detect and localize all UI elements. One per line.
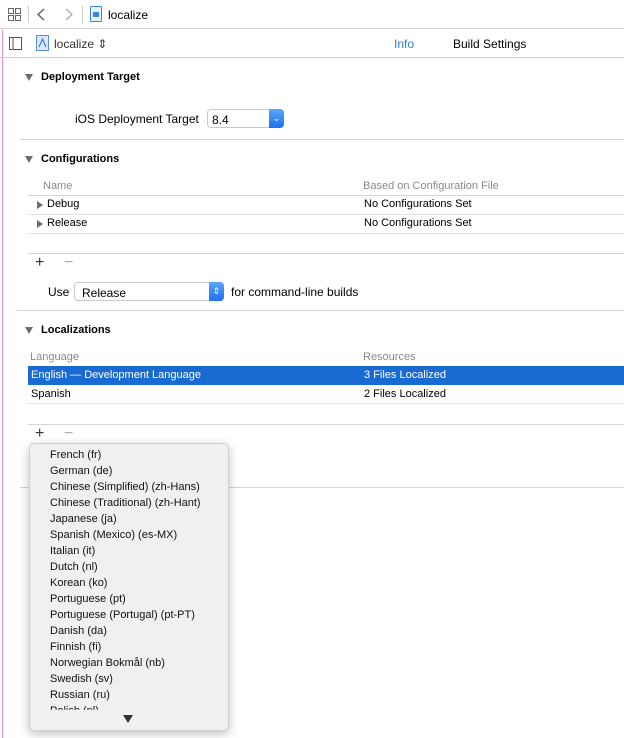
menu-item[interactable]: Finnish (fi)	[50, 641, 101, 653]
menu-item[interactable]: French (fr)	[50, 449, 101, 461]
menu-item[interactable]: Chinese (Traditional) (zh-Hant)	[50, 497, 201, 509]
add-configuration-button[interactable]: +	[35, 254, 44, 272]
config-name: Debug	[47, 198, 80, 210]
menu-item[interactable]: Chinese (Simplified) (zh-Hans)	[50, 481, 200, 493]
target-name: localize	[54, 37, 95, 51]
forward-chevron-icon[interactable]	[65, 8, 73, 21]
menu-item[interactable]: Swedish (sv)	[50, 673, 113, 685]
up-down-chevron-icon: ⇕	[209, 282, 224, 301]
chevron-down-icon: ⌄	[269, 109, 284, 128]
divider	[17, 310, 624, 311]
grid-icon[interactable]	[8, 8, 21, 21]
target-selector[interactable]: localize ⇕	[54, 37, 107, 51]
language-name: English — Development Language	[31, 369, 202, 381]
menu-item[interactable]: German (de)	[50, 465, 112, 477]
menu-item[interactable]: Dutch (nl)	[50, 561, 98, 573]
menu-item[interactable]: Norwegian Bokmål (nb)	[50, 657, 165, 669]
column-header-resources[interactable]: Resources	[363, 351, 416, 363]
up-down-chevron-icon: ⇕	[97, 37, 108, 51]
disclosure-triangle-icon[interactable]	[37, 201, 43, 209]
config-name: Release	[47, 217, 88, 229]
menu-item[interactable]: Spanish (Mexico) (es-MX)	[50, 529, 177, 541]
file-icon	[90, 6, 102, 22]
project-icon	[36, 35, 49, 51]
back-chevron-icon[interactable]	[37, 8, 45, 21]
breadcrumb-item[interactable]: localize	[108, 8, 148, 22]
sidebar-toggle-icon[interactable]	[9, 37, 22, 50]
popup-value: 8.4	[212, 113, 229, 127]
popup-value: Release	[82, 286, 127, 300]
remove-configuration-button[interactable]: −	[64, 254, 73, 272]
column-header-language[interactable]: Language	[30, 351, 79, 363]
tab-info[interactable]: Info	[394, 37, 414, 51]
menu-item[interactable]: Polish (pl)	[50, 705, 99, 710]
config-file: No Configurations Set	[364, 198, 472, 210]
table-row[interactable]: Spanish 2 Files Localized	[28, 385, 624, 404]
table-row[interactable]: Debug No Configurations Set	[28, 196, 624, 215]
scroll-down-arrow-icon[interactable]	[123, 715, 133, 723]
section-title-localizations: Localizations	[41, 324, 111, 336]
menu-item[interactable]: Portuguese (pt)	[50, 593, 126, 605]
language-name: Spanish	[31, 388, 71, 400]
table-row[interactable]: Release No Configurations Set	[28, 215, 624, 234]
table-row-selected[interactable]: English — Development Language 3 Files L…	[28, 366, 624, 385]
menu-item[interactable]: Japanese (ja)	[50, 513, 117, 525]
divider	[20, 139, 624, 140]
disclosure-triangle-icon[interactable]	[37, 220, 43, 228]
use-suffix-label: for command-line builds	[231, 285, 359, 299]
use-label: Use	[48, 285, 70, 299]
remove-localization-button[interactable]: −	[64, 425, 73, 443]
editor-tab-bar: localize ⇕ Info Build Settings	[0, 29, 624, 58]
disclosure-triangle-icon[interactable]	[25, 327, 33, 334]
tab-build-settings[interactable]: Build Settings	[453, 37, 526, 51]
disclosure-triangle-icon[interactable]	[25, 156, 33, 163]
menu-item[interactable]: Russian (ru)	[50, 689, 110, 701]
section-title-configurations: Configurations	[41, 153, 120, 165]
menu-item[interactable]: Italian (it)	[50, 545, 95, 557]
config-file: No Configurations Set	[364, 217, 472, 229]
language-menu: Polish (pl) Russian (ru) Swedish (sv) Norwe…	[29, 443, 229, 731]
resources-count: 2 Files Localized	[364, 388, 446, 400]
add-localization-button[interactable]: +	[35, 425, 44, 443]
ios-deployment-target-popup[interactable]: 8.4 ⌄	[207, 109, 284, 128]
menu-item[interactable]: Korean (ko)	[50, 577, 107, 589]
disclosure-triangle-icon[interactable]	[25, 74, 33, 81]
window-edge	[2, 30, 3, 738]
section-title-deployment: Deployment Target	[41, 71, 140, 83]
menu-item[interactable]: Danish (da)	[50, 625, 107, 637]
command-line-config-popup[interactable]: Release ⇕	[74, 282, 224, 301]
resources-count: 3 Files Localized	[364, 369, 446, 381]
ios-deployment-target-label: iOS Deployment Target	[75, 112, 199, 126]
column-header-name[interactable]: Name	[43, 180, 72, 192]
jump-bar: localize	[0, 0, 624, 29]
column-header-config-file[interactable]: Based on Configuration File	[363, 180, 499, 192]
menu-item[interactable]: Portuguese (Portugal) (pt-PT)	[50, 609, 195, 621]
